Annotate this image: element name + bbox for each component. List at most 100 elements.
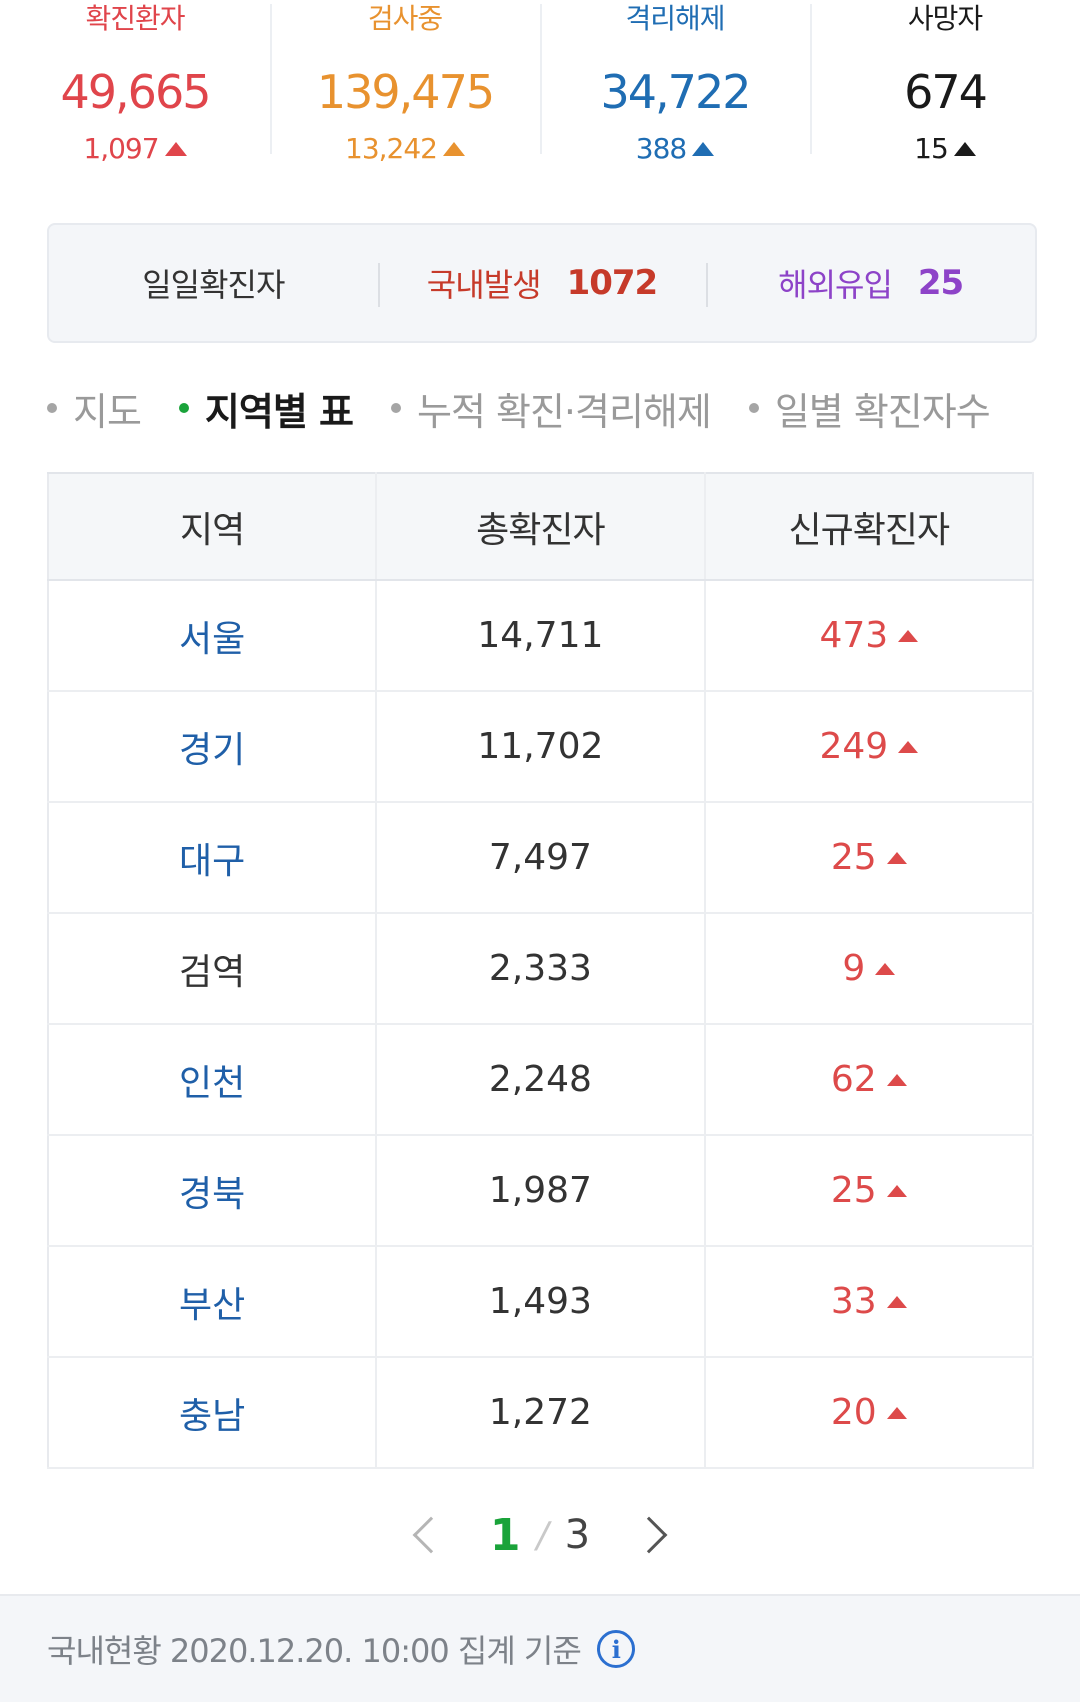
stat-value: 49,665 [60, 65, 212, 119]
up-arrow-icon [442, 142, 465, 156]
new-value: 62 [830, 1059, 877, 1100]
domestic-value: 1072 [566, 263, 659, 303]
table-row: 충남 1,272 20 [48, 1357, 1033, 1469]
table-row: 부산 1,493 33 [48, 1246, 1033, 1358]
region-table: 지역 총확진자 신규확진자 서울 14,711 473 경기 11,702 24… [47, 472, 1034, 1469]
region-cell: 검역 [48, 913, 377, 1025]
new-cell: 33 [703, 1246, 1033, 1358]
view-tabs: 지도 지역별 표 누적 확진·격리해제 일별 확진자수 [47, 378, 1028, 438]
chevron-right-icon[interactable] [630, 1516, 668, 1554]
info-icon[interactable]: i [596, 1630, 635, 1668]
stat-confirmed: 확진환자 49,665 1,097 [0, 0, 270, 190]
footer-text: 국내현황 2020.12.20. 10:00 집계 기준 [47, 1632, 582, 1670]
new-value: 249 [819, 726, 889, 767]
stat-delta-value: 1,097 [83, 132, 159, 165]
total-cell: 2,248 [375, 1024, 705, 1136]
tab-map[interactable]: 지도 [47, 381, 142, 436]
stat-label: 사망자 [907, 2, 983, 35]
region-cell[interactable]: 인천 [48, 1024, 377, 1136]
new-value: 9 [842, 948, 866, 989]
stat-value: 139,475 [316, 65, 495, 119]
table-row: 경기 11,702 249 [48, 691, 1033, 803]
total-cell: 1,272 [375, 1357, 705, 1469]
footer-status: 국내현황 2020.12.20. 10:00 집계 기준 i [0, 1594, 1080, 1702]
region-cell[interactable]: 경북 [48, 1135, 377, 1247]
table-row: 경북 1,987 25 [48, 1135, 1033, 1247]
stat-testing: 검사중 139,475 13,242 [270, 0, 540, 190]
table-row: 대구 7,497 25 [48, 802, 1033, 914]
table-header-row: 지역 총확진자 신규확진자 [48, 473, 1033, 581]
page-separator: / [536, 1514, 549, 1556]
daily-overseas-cell: 해외유입 25 [706, 225, 1035, 341]
stat-delta: 1,097 [83, 132, 187, 166]
header-new: 신규확진자 [703, 473, 1033, 581]
up-arrow-icon [692, 142, 715, 156]
stat-delta-value: 15 [914, 132, 949, 165]
up-arrow-icon [898, 629, 919, 642]
stat-delta-value: 388 [635, 132, 687, 165]
new-cell: 473 [703, 580, 1033, 692]
up-arrow-icon [953, 142, 976, 156]
new-cell: 25 [703, 1135, 1033, 1247]
region-cell[interactable]: 경기 [48, 691, 377, 803]
stat-label: 확진환자 [85, 2, 185, 35]
header-region: 지역 [48, 473, 377, 581]
region-cell[interactable]: 충남 [48, 1357, 377, 1469]
new-value: 473 [819, 615, 889, 656]
bullet-dot-icon [391, 403, 401, 413]
total-cell: 7,497 [375, 802, 705, 914]
daily-confirmed-box: 일일확진자 국내발생 1072 해외유입 25 [47, 223, 1037, 343]
new-cell: 20 [703, 1357, 1033, 1469]
new-cell: 9 [703, 913, 1033, 1025]
up-arrow-icon [886, 1073, 907, 1086]
up-arrow-icon [886, 1295, 907, 1308]
table-row: 서울 14,711 473 [48, 580, 1033, 692]
stats-summary: 확진환자 49,665 1,097 검사중 139,475 13,242 격리해… [0, 0, 1080, 190]
daily-title: 일일확진자 [142, 266, 285, 304]
stat-label: 격리해제 [625, 2, 725, 35]
bullet-dot-icon [47, 403, 57, 413]
up-arrow-icon [875, 962, 896, 975]
pagination: 1 / 3 [0, 1500, 1080, 1570]
header-total: 총확진자 [375, 473, 705, 581]
new-cell: 62 [703, 1024, 1033, 1136]
table-row: 검역 2,333 9 [48, 913, 1033, 1025]
new-value: 33 [830, 1281, 877, 1322]
total-cell: 1,493 [375, 1246, 705, 1358]
stat-delta: 15 [914, 132, 976, 166]
tab-label: 지도 [73, 389, 142, 434]
domestic-label: 국내발생 [426, 266, 542, 304]
stat-released: 격리해제 34,722 388 [540, 0, 810, 190]
bullet-dot-icon [178, 403, 189, 413]
up-arrow-icon [898, 740, 919, 753]
up-arrow-icon [886, 1406, 907, 1419]
total-pages: 3 [564, 1512, 591, 1558]
tab-label: 누적 확진·격리해제 [417, 389, 712, 434]
total-cell: 11,702 [375, 691, 705, 803]
up-arrow-icon [886, 1184, 907, 1197]
new-value: 25 [830, 837, 877, 878]
total-cell: 2,333 [375, 913, 705, 1025]
overseas-label: 해외유입 [778, 266, 893, 304]
region-cell[interactable]: 서울 [48, 580, 377, 692]
stat-delta: 388 [635, 132, 715, 166]
overseas-value: 25 [917, 263, 964, 303]
chevron-left-icon[interactable] [412, 1516, 450, 1554]
stat-delta: 13,242 [345, 132, 465, 166]
up-arrow-icon [164, 142, 187, 156]
up-arrow-icon [886, 851, 907, 864]
stat-value: 34,722 [600, 65, 752, 119]
total-cell: 1,987 [375, 1135, 705, 1247]
stat-deaths: 사망자 674 15 [810, 0, 1080, 190]
stat-label: 검사중 [367, 2, 443, 35]
tab-daily[interactable]: 일별 확진자수 [748, 381, 991, 436]
tab-region-table[interactable]: 지역별 표 [178, 381, 354, 436]
total-cell: 14,711 [375, 580, 705, 692]
daily-domestic-cell: 국내발생 1072 [377, 225, 707, 341]
current-page: 1 [489, 1509, 521, 1561]
region-cell[interactable]: 대구 [48, 802, 377, 914]
region-cell[interactable]: 부산 [48, 1246, 377, 1358]
tab-cumulative[interactable]: 누적 확진·격리해제 [391, 381, 712, 436]
tab-label: 일별 확진자수 [774, 389, 991, 434]
tab-label: 지역별 표 [204, 389, 354, 434]
